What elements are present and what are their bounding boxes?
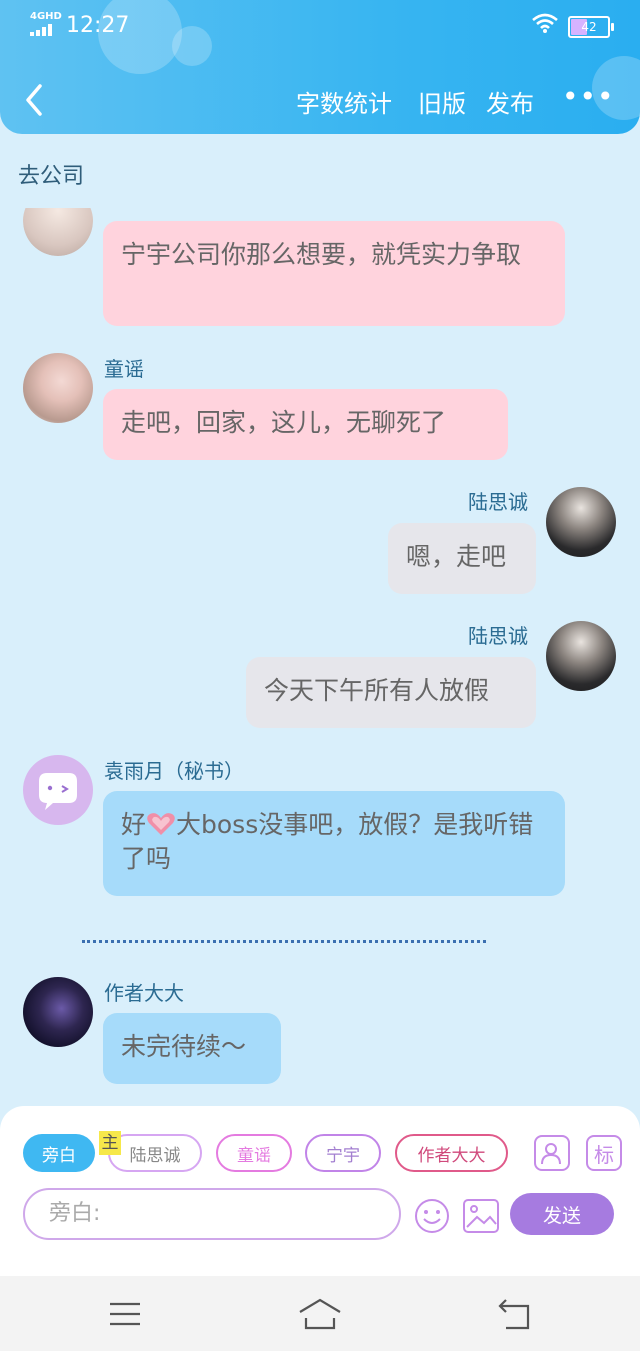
message-bubble: 宁宇公司你那么想要，就凭实力争取 — [103, 221, 565, 326]
app-header: 4GHD 12:27 42 字数统计 旧版 发布 ••• — [0, 0, 640, 134]
clock: 12:27 — [66, 13, 130, 38]
publish-button[interactable]: 发布 — [486, 84, 534, 119]
battery-icon: 42 — [568, 16, 614, 38]
nav-bar: 字数统计 旧版 发布 ••• — [0, 80, 640, 120]
speaker-name: 袁雨月（秘书） — [104, 759, 244, 783]
person-icon — [541, 1143, 561, 1165]
back-icon[interactable] — [22, 80, 52, 120]
old-version-button[interactable]: 旧版 — [418, 84, 466, 119]
home-icon[interactable] — [298, 1298, 342, 1330]
message-bubble: 好 大boss没事吧，放假？是我听错了吗 — [103, 791, 565, 896]
heart-emoji-icon — [147, 813, 175, 835]
wifi-icon — [532, 13, 558, 33]
avatar[interactable] — [23, 755, 93, 825]
chip-ningyu[interactable]: 宁宇 — [305, 1134, 381, 1172]
avatar[interactable] — [23, 353, 93, 423]
message-bubble: 今天下午所有人放假 — [246, 657, 536, 728]
message-bubble: 走吧，回家，这儿，无聊死了 — [103, 389, 508, 460]
word-count-button[interactable]: 字数统计 — [296, 84, 392, 119]
chat-bubble-icon — [39, 773, 77, 810]
more-options-icon[interactable]: ••• — [562, 83, 615, 111]
message-bubble: 嗯，走吧 — [388, 523, 536, 594]
speaker-name: 陆思诚 — [468, 490, 528, 514]
system-nav-bar — [0, 1276, 640, 1351]
chapter-divider — [82, 940, 486, 943]
emoji-icon[interactable] — [414, 1198, 450, 1234]
image-icon[interactable] — [462, 1197, 500, 1235]
message-text-after: 大boss没事吧，放假？是我听错了吗 — [121, 810, 534, 873]
story-title: 去公司 — [18, 164, 85, 189]
send-button[interactable]: 发送 — [510, 1193, 614, 1235]
chip-tongyao[interactable]: 童谣 — [216, 1134, 292, 1172]
avatar[interactable] — [546, 487, 616, 557]
speaker-name: 陆思诚 — [468, 624, 528, 648]
chip-lu-sicheng[interactable]: 陆思诚 — [108, 1134, 202, 1172]
signal-icon — [30, 24, 52, 36]
main-character-tag: 主 — [99, 1131, 121, 1155]
battery-percent: 42 — [581, 20, 597, 34]
chip-narration[interactable]: 旁白 — [23, 1134, 95, 1172]
network-indicator: 4GHD — [30, 11, 62, 22]
status-bar: 4GHD 12:27 42 — [0, 10, 640, 40]
message-bubble: 未完待续～ — [103, 1013, 281, 1084]
chip-author[interactable]: 作者大大 — [395, 1134, 508, 1172]
menu-icon[interactable] — [108, 1300, 142, 1328]
avatar[interactable] — [546, 621, 616, 691]
speaker-name: 童谣 — [104, 357, 144, 381]
character-select-button[interactable] — [534, 1135, 570, 1171]
avatar[interactable] — [23, 208, 93, 256]
message-text-before: 好 — [121, 810, 147, 839]
tag-button[interactable]: 标 — [586, 1135, 622, 1171]
message-input[interactable]: 旁白: — [23, 1188, 401, 1240]
back-nav-icon[interactable] — [496, 1298, 532, 1330]
avatar[interactable] — [23, 977, 93, 1047]
speaker-name: 作者大大 — [104, 981, 184, 1005]
